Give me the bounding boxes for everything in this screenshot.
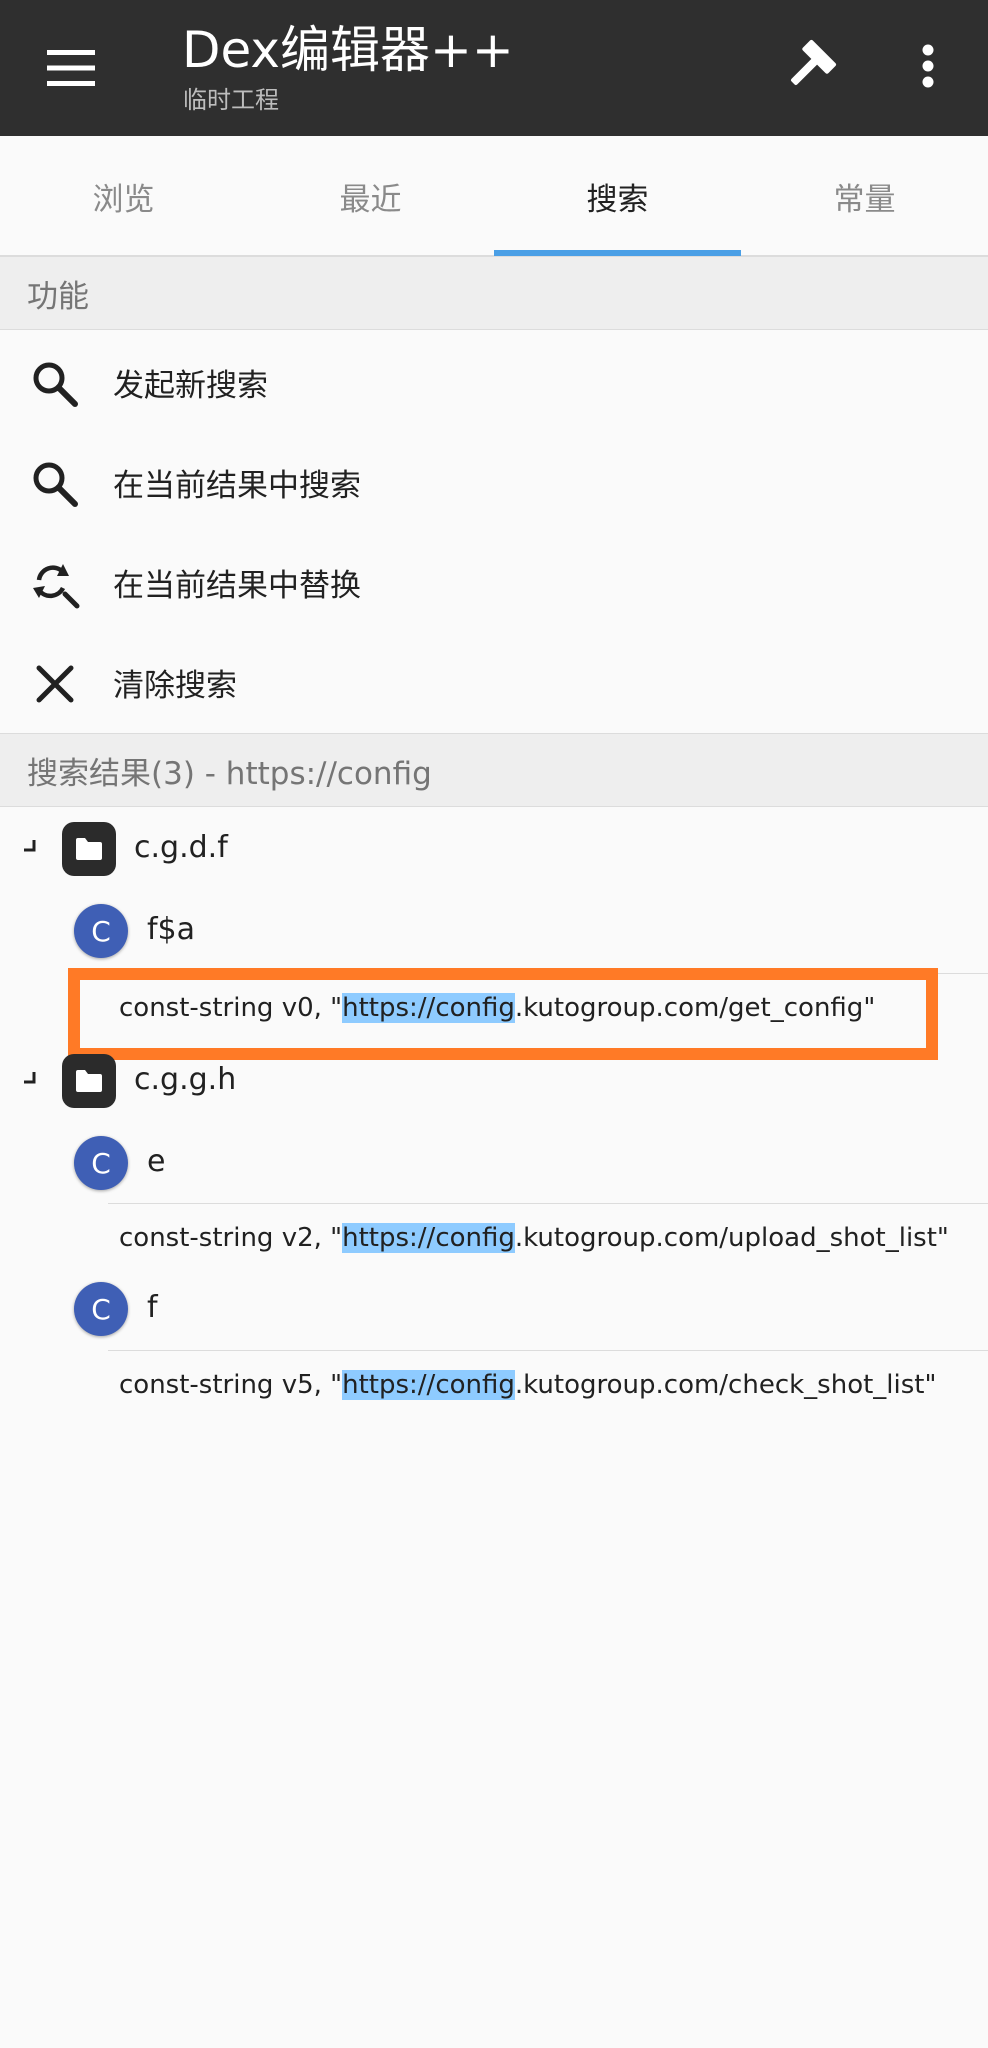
search-icon bbox=[26, 458, 84, 510]
result-suffix: .kutogroup.com/check_shot_list" bbox=[514, 1369, 937, 1400]
class-badge-icon: C bbox=[74, 1136, 128, 1190]
app-bar: Dex编辑器++ 临时工程 bbox=[0, 0, 988, 136]
class-badge-icon: C bbox=[74, 904, 128, 958]
package-label[interactable]: c.g.g.h bbox=[134, 1062, 236, 1097]
search-result-row[interactable]: const-string v2, " https://config .kutogro… bbox=[108, 1203, 988, 1271]
replace-icon bbox=[26, 558, 84, 610]
replace-in-results-label: 在当前结果中替换 bbox=[113, 567, 361, 604]
tree-expand-arrow-icon[interactable] bbox=[20, 1070, 40, 1090]
tree-expand-arrow-icon[interactable] bbox=[20, 838, 40, 858]
menu-button[interactable] bbox=[26, 28, 116, 108]
class-label[interactable]: e bbox=[147, 1144, 165, 1179]
tab-browse[interactable]: 浏览 bbox=[0, 136, 247, 256]
hammer-icon bbox=[791, 39, 837, 85]
more-vert-icon bbox=[922, 44, 934, 88]
package-label[interactable]: c.g.d.f bbox=[134, 830, 228, 865]
annotation-highlight-box bbox=[68, 968, 938, 1060]
new-search-item[interactable]: 发起新搜索 bbox=[0, 332, 988, 432]
package-folder-icon bbox=[62, 1054, 116, 1108]
search-results-header: 搜索结果(3) - https://config bbox=[0, 733, 988, 807]
class-label[interactable]: f bbox=[147, 1290, 158, 1325]
replace-in-results-item[interactable]: 在当前结果中替换 bbox=[0, 532, 988, 632]
result-highlight: https://config bbox=[342, 1222, 515, 1253]
class-label[interactable]: f$a bbox=[147, 912, 195, 947]
class-badge-icon: C bbox=[74, 1282, 128, 1336]
tab-constants[interactable]: 常量 bbox=[741, 136, 988, 256]
result-suffix: .kutogroup.com/upload_shot_list" bbox=[514, 1222, 949, 1253]
tab-recent[interactable]: 最近 bbox=[247, 136, 494, 256]
new-search-label: 发起新搜索 bbox=[113, 367, 268, 404]
tab-search[interactable]: 搜索 bbox=[494, 136, 741, 256]
clear-search-item[interactable]: 清除搜索 bbox=[0, 632, 988, 732]
build-button[interactable] bbox=[770, 26, 850, 106]
close-icon bbox=[26, 658, 84, 710]
result-prefix: const-string v5, " bbox=[119, 1369, 343, 1400]
hamburger-icon bbox=[47, 50, 95, 86]
clear-search-label: 清除搜索 bbox=[113, 667, 237, 704]
result-highlight: https://config bbox=[342, 1369, 515, 1400]
search-in-results-item[interactable]: 在当前结果中搜索 bbox=[0, 432, 988, 532]
functions-header: 功能 bbox=[0, 256, 988, 330]
tab-bar: 浏览 最近 搜索 常量 bbox=[0, 136, 988, 256]
package-folder-icon bbox=[62, 822, 116, 876]
search-result-row[interactable]: const-string v5, " https://config .kutogro… bbox=[108, 1350, 988, 1418]
search-icon bbox=[26, 358, 84, 410]
result-prefix: const-string v2, " bbox=[119, 1222, 343, 1253]
app-title: Dex编辑器++ bbox=[182, 21, 514, 79]
more-options-button[interactable] bbox=[888, 26, 968, 106]
project-subtitle: 临时工程 bbox=[183, 86, 279, 114]
search-in-results-label: 在当前结果中搜索 bbox=[113, 467, 361, 504]
